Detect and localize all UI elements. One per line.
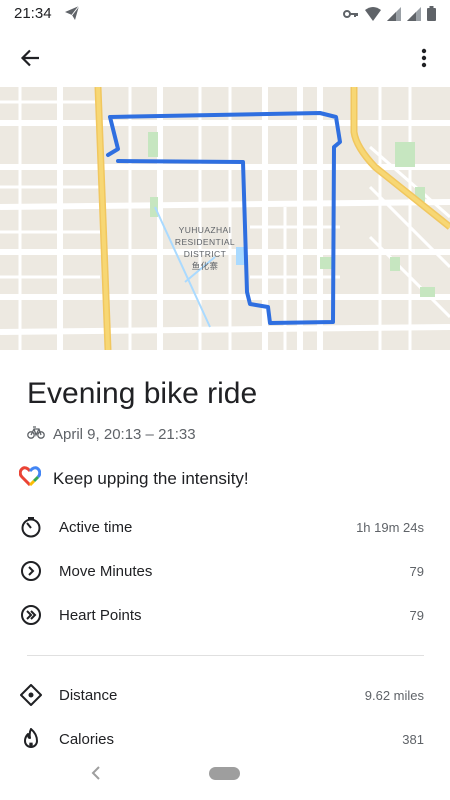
stat-value: 381 [402,731,424,747]
arrow-back-icon [20,49,39,67]
bike-icon [27,425,45,443]
stat-value: 9.62 miles [364,687,424,703]
stat-label: Distance [59,686,118,704]
fire-icon [18,726,44,752]
signal-icon [407,6,421,26]
more-vert-icon [421,48,427,68]
motivation-row: Keep upping the intensity! [18,466,249,491]
status-bar: 21:34 [0,0,450,30]
move-minutes-icon [18,558,44,584]
nav-back-icon[interactable] [88,763,106,783]
map-district-label: RESIDENTIAL [175,237,235,247]
stat-value: 79 [409,563,424,579]
app-bar [0,30,450,86]
stat-label: Heart Points [59,606,142,624]
wifi-icon [365,6,381,26]
signal-icon [387,6,401,26]
google-fit-heart-icon [18,466,42,491]
status-icons [343,6,436,26]
back-button[interactable] [14,42,46,74]
status-time: 21:34 [14,5,52,22]
activity-title: Evening bike ride [27,377,258,410]
stat-active-time[interactable]: Active time 1h 19m 24s [18,513,424,541]
map-district-label: 鱼化寨 [192,261,219,271]
battery-icon [427,6,436,26]
nav-home-pill[interactable] [209,767,240,780]
telegram-send-icon [64,5,80,26]
stat-value: 79 [409,607,424,623]
stat-label: Calories [59,730,115,748]
stat-value: 1h 19m 24s [356,519,424,535]
stat-distance[interactable]: Distance 9.62 miles [18,681,424,709]
map-district-label: YUHUAZHAI [179,225,232,235]
timer-icon [18,514,44,540]
motivation-text: Keep upping the intensity! [53,468,249,488]
stat-heart-points[interactable]: Heart Points 79 [18,601,424,629]
stat-calories[interactable]: Calories 381 [18,725,424,753]
activity-datetime: April 9, 20:13 – 21:33 [53,425,196,443]
section-divider [27,655,424,656]
system-nav-bar [0,758,450,800]
stat-move-minutes[interactable]: Move Minutes 79 [18,557,424,585]
activity-datetime-row: April 9, 20:13 – 21:33 [27,425,196,443]
location-diamond-icon [18,682,44,708]
vpn-key-icon [343,7,359,25]
stat-label: Active time [59,518,133,536]
more-options-button[interactable] [408,42,440,74]
heart-points-icon [18,602,44,628]
map-district-label: DISTRICT [184,249,226,259]
route-map[interactable]: YUHUAZHAI RESIDENTIAL DISTRICT 鱼化寨 [0,87,450,350]
stat-label: Move Minutes [59,562,153,580]
